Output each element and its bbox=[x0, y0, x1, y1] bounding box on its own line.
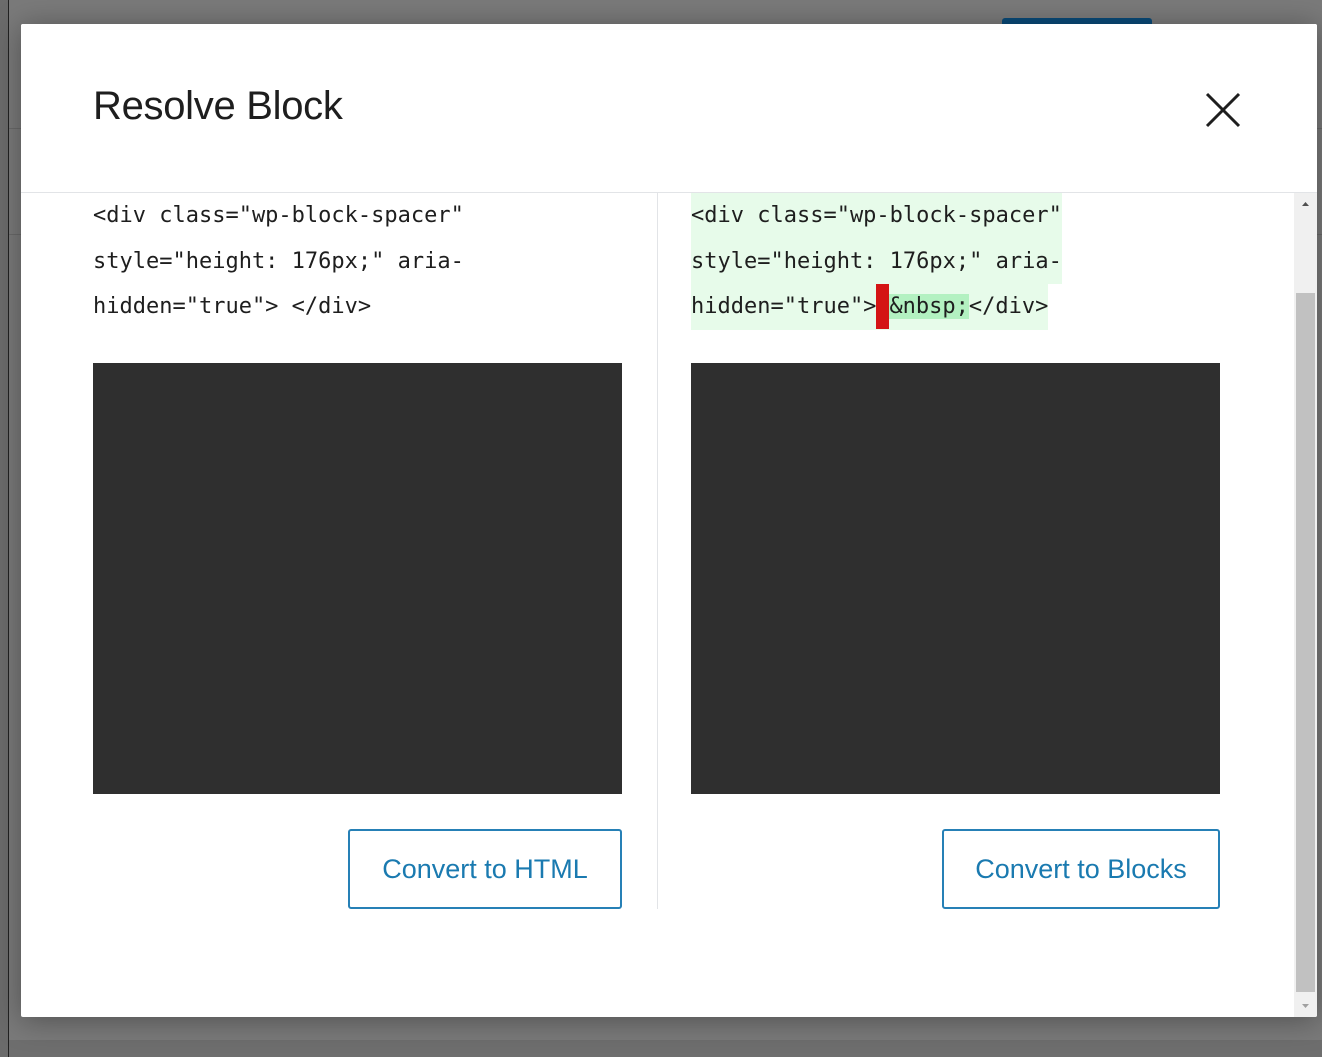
convert-to-blocks-button[interactable]: Convert to Blocks bbox=[942, 829, 1220, 909]
code-line: hidden="true"> </div> bbox=[93, 294, 372, 319]
code-suffix: </div> bbox=[968, 294, 1049, 319]
scroll-up-arrow-icon[interactable] bbox=[1294, 193, 1317, 215]
modal-scrollbar[interactable] bbox=[1294, 193, 1317, 1017]
modal-header: Resolve Block bbox=[21, 24, 1317, 193]
scroll-thumb[interactable] bbox=[1296, 293, 1315, 992]
diff-removed-marker bbox=[876, 284, 890, 329]
code-line-last: hidden="true"> &nbsp;</div> bbox=[691, 284, 1049, 330]
current-code: <div class="wp-block-spacer" style="heigh… bbox=[93, 193, 464, 330]
modal-body: <div class="wp-block-spacer" style="heigh… bbox=[21, 193, 1317, 1017]
column-divider bbox=[657, 193, 658, 909]
code-line: <div class="wp-block-spacer" bbox=[691, 193, 1062, 239]
close-button[interactable] bbox=[1201, 88, 1245, 132]
suggested-block-preview bbox=[691, 363, 1220, 794]
resolve-block-modal: Resolve Block <div class="wp-block-space… bbox=[21, 24, 1317, 1017]
modal-title: Resolve Block bbox=[93, 84, 343, 128]
suggested-code-diff: <div class="wp-block-spacer" style="heigh… bbox=[691, 193, 1062, 330]
scroll-down-arrow-icon[interactable] bbox=[1294, 995, 1317, 1017]
close-icon bbox=[1201, 88, 1245, 132]
code-line: style="height: 176px;" aria- bbox=[93, 248, 464, 274]
code-line: style="height: 176px;" aria- bbox=[691, 238, 1062, 284]
current-block-preview bbox=[93, 363, 622, 794]
code-line: <div class="wp-block-spacer" bbox=[93, 203, 464, 228]
code-prefix: hidden="true"> bbox=[691, 294, 877, 319]
convert-to-html-button[interactable]: Convert to HTML bbox=[348, 829, 622, 909]
diff-added-text: &nbsp; bbox=[889, 294, 969, 319]
